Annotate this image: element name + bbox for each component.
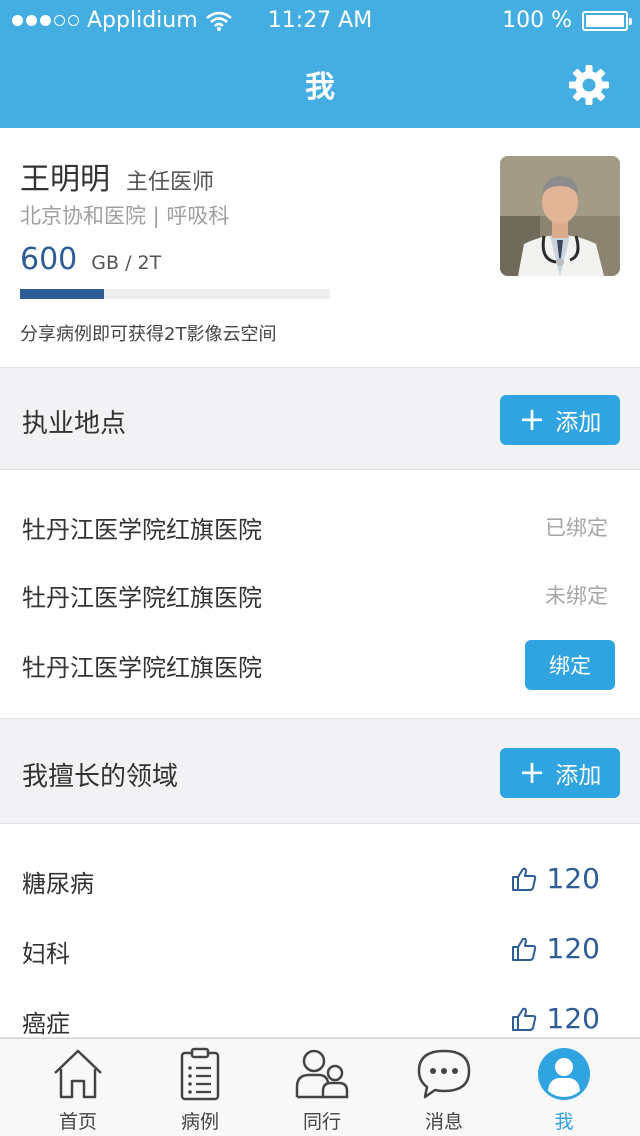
list-item[interactable]: 牡丹江医学院红旗医院 已绑定 [0,496,640,556]
like-value: 120 [546,932,600,965]
storage-progress-bar [20,289,330,299]
top-header: Applidium 11:27 AM 100 % 我 [0,0,640,128]
practice-section-title: 执业地点 [22,409,127,439]
chat-bubble-icon [417,1049,471,1099]
status-right: 100 % [502,8,632,33]
tab-me[interactable]: 我 [500,1039,628,1136]
list-item[interactable]: 牡丹江医学院红旗医院 未绑定 [0,564,640,624]
gear-icon[interactable] [568,64,610,106]
plus-icon: + [518,753,546,791]
bind-button[interactable]: 绑定 [525,640,615,690]
practice-name: 牡丹江医学院红旗医院 [22,516,262,544]
clipboard-icon [180,1047,220,1101]
doctor-hospital: 北京协和医院 | 呼吸科 [20,204,230,228]
specialty-name: 糖尿病 [22,870,94,898]
specialty-section-header: 我擅长的领域 + 添加 [0,722,640,822]
storage-unit: GB / 2T [91,252,162,274]
status-bar: Applidium 11:27 AM 100 % [0,0,640,40]
specialty-list: 糖尿病 120 妇科 120 癌症 120 [0,823,640,1038]
add-specialty-label: 添加 [555,763,602,789]
share-hint: 分享病例即可获得2T影像云空间 [20,324,277,345]
tab-home[interactable]: 首页 [14,1039,142,1136]
page-title: 我 [305,70,335,105]
user-icon [538,1048,590,1100]
list-item: 牡丹江医学院红旗医院 绑定 [0,634,640,694]
practice-name: 牡丹江医学院红旗医院 [22,654,262,682]
tab-bar: 首页 病例 同行 消息 我 [0,1038,640,1136]
home-icon [54,1049,102,1099]
practice-name: 牡丹江医学院红旗医院 [22,584,262,612]
storage-usage: 600 GB / 2T [20,242,161,277]
tab-cases[interactable]: 病例 [136,1039,264,1136]
specialty-name: 癌症 [22,1010,70,1038]
add-practice-label: 添加 [555,410,602,436]
storage-value: 600 [20,242,78,277]
profile-card: 王明明 主任医师 北京协和医院 | 呼吸科 600 GB / 2T 分享病例即可… [0,128,640,368]
like-value: 120 [546,862,600,895]
doctor-role: 主任医师 [126,170,215,195]
add-specialty-button[interactable]: + 添加 [500,748,620,798]
like-value: 120 [546,1002,600,1035]
tab-peers[interactable]: 同行 [258,1039,386,1136]
practice-section-header: 执业地点 + 添加 [0,369,640,469]
plus-icon: + [518,400,546,438]
storage-progress-fill [20,289,104,299]
specialty-name: 妇科 [22,940,70,968]
tab-label: 首页 [58,1111,97,1133]
list-item[interactable]: 妇科 120 [0,920,640,980]
battery-icon [582,10,632,31]
doctor-name: 王明明 [20,162,110,197]
battery-percent: 100 % [502,8,572,33]
tab-label: 我 [554,1111,574,1133]
tab-label: 消息 [424,1111,463,1133]
thumbs-up-icon [511,937,536,961]
tab-messages[interactable]: 消息 [380,1039,508,1136]
thumbs-up-icon [511,867,536,891]
specialty-section-title: 我擅长的领域 [22,762,179,792]
name-row: 王明明 主任医师 [20,154,214,198]
tab-label: 同行 [302,1111,341,1133]
practice-list: 牡丹江医学院红旗医院 已绑定 牡丹江医学院红旗医院 未绑定 牡丹江医学院红旗医院… [0,469,640,719]
like-count[interactable]: 120 [511,862,600,895]
add-practice-button[interactable]: + 添加 [500,395,620,445]
list-item[interactable]: 糖尿病 120 [0,850,640,910]
thumbs-up-icon [511,1007,536,1031]
bind-status: 已绑定 [545,516,608,540]
tab-label: 病例 [180,1111,219,1133]
like-count[interactable]: 120 [511,932,600,965]
like-count[interactable]: 120 [511,1002,600,1035]
avatar[interactable] [500,156,620,276]
peers-icon [295,1049,349,1099]
bind-status: 未绑定 [545,584,608,608]
